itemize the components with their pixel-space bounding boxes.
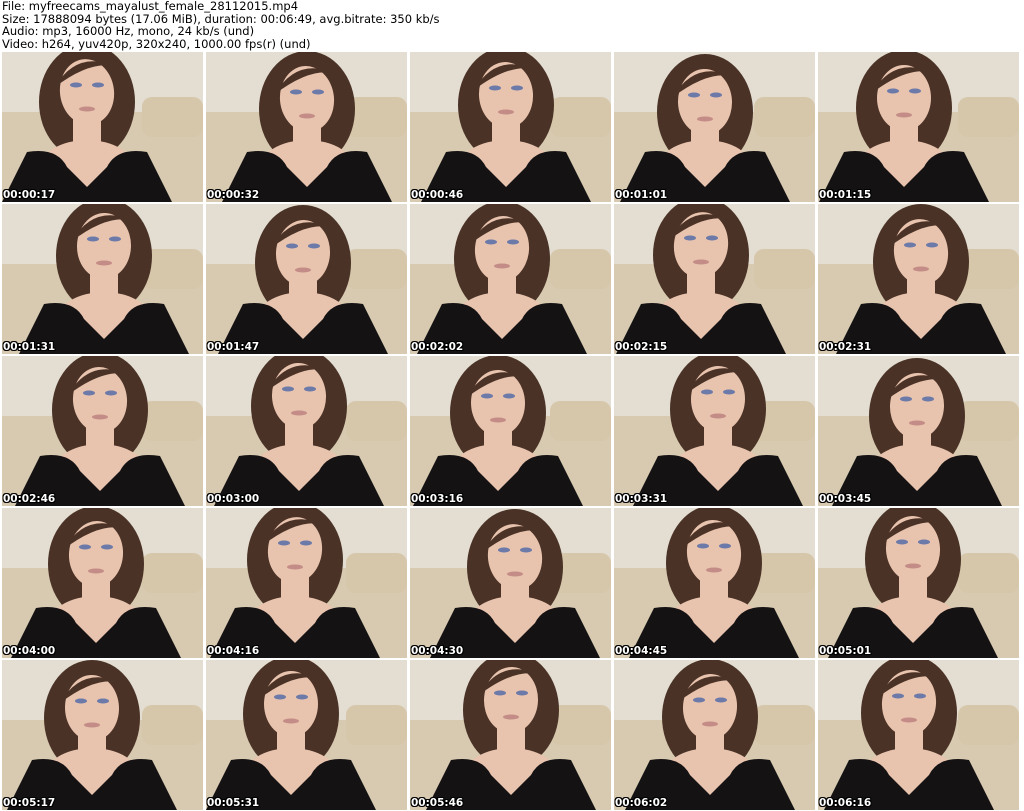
thumbnail-frame (410, 52, 611, 202)
thumbnail-frame (410, 356, 611, 506)
thumbnail-frame (410, 204, 611, 354)
thumbnail-timestamp: 00:03:00 (207, 493, 260, 505)
thumbnail-frame (206, 52, 407, 202)
file-info-header: File: myfreecams_mayalust_female_2811201… (2, 0, 1020, 52)
thumbnail-timestamp: 00:05:17 (3, 797, 56, 809)
thumbnail-frame (614, 508, 815, 658)
video-thumbnail: 00:00:46 (410, 52, 611, 202)
video-thumbnail: 00:04:45 (614, 508, 815, 658)
thumbnail-timestamp: 00:04:00 (3, 645, 56, 657)
thumbnail-frame (206, 204, 407, 354)
thumbnail-timestamp: 00:03:16 (411, 493, 464, 505)
thumbnail-timestamp: 00:01:31 (3, 341, 56, 353)
thumbnail-frame (2, 204, 203, 354)
file-name-line: File: myfreecams_mayalust_female_2811201… (2, 0, 299, 13)
thumbnail-frame (614, 52, 815, 202)
video-thumbnail: 00:00:32 (206, 52, 407, 202)
video-thumbnail: 00:02:31 (818, 204, 1019, 354)
thumbnail-frame (818, 204, 1019, 354)
thumbnail-frame (206, 508, 407, 658)
video-thumbnail: 00:01:31 (2, 204, 203, 354)
video-thumbnail: 00:04:16 (206, 508, 407, 658)
thumbnail-frame (614, 356, 815, 506)
thumbnail-timestamp: 00:03:31 (615, 493, 668, 505)
thumbnail-timestamp: 00:02:15 (615, 341, 668, 353)
video-thumbnail: 00:01:01 (614, 52, 815, 202)
thumbnail-frame (818, 660, 1019, 810)
video-thumbnail: 00:06:02 (614, 660, 815, 810)
thumbnail-timestamp: 00:01:01 (615, 189, 668, 201)
thumbnail-frame (410, 508, 611, 658)
thumbnail-frame (818, 356, 1019, 506)
video-thumbnail: 00:02:02 (410, 204, 611, 354)
video-thumbnail: 00:05:46 (410, 660, 611, 810)
video-thumbnail: 00:04:30 (410, 508, 611, 658)
thumbnail-timestamp: 00:05:31 (207, 797, 260, 809)
thumbnail-grid: 00:00:17 00:00:32 00:00:46 00:01:01 00:01:15… (2, 52, 1022, 811)
thumbnail-frame (2, 356, 203, 506)
thumbnail-timestamp: 00:02:31 (819, 341, 872, 353)
thumbnail-frame (818, 52, 1019, 202)
thumbnail-timestamp: 00:01:15 (819, 189, 872, 201)
video-thumbnail: 00:05:17 (2, 660, 203, 810)
video-thumbnail: 00:05:31 (206, 660, 407, 810)
thumbnail-timestamp: 00:00:32 (207, 189, 260, 201)
thumbnail-timestamp: 00:01:47 (207, 341, 260, 353)
video-thumbnail: 00:00:17 (2, 52, 203, 202)
thumbnail-frame (206, 356, 407, 506)
thumbnail-frame (206, 660, 407, 810)
thumbnail-timestamp: 00:04:45 (615, 645, 668, 657)
thumbnail-timestamp: 00:03:45 (819, 493, 872, 505)
thumbnail-timestamp: 00:05:46 (411, 797, 464, 809)
video-thumbnail: 00:03:45 (818, 356, 1019, 506)
thumbnail-timestamp: 00:00:17 (3, 189, 56, 201)
thumbnail-frame (2, 52, 203, 202)
thumbnail-frame (410, 660, 611, 810)
thumbnail-timestamp: 00:06:16 (819, 797, 872, 809)
video-info-line: Video: h264, yuv420p, 320x240, 1000.00 f… (2, 36, 311, 51)
thumbnail-timestamp: 00:02:46 (3, 493, 56, 505)
video-thumbnail: 00:03:16 (410, 356, 611, 506)
thumbnail-frame (2, 660, 203, 810)
thumbnail-timestamp: 00:04:16 (207, 645, 260, 657)
thumbnail-frame (614, 204, 815, 354)
thumbnail-timestamp: 00:06:02 (615, 797, 668, 809)
video-thumbnail: 00:05:01 (818, 508, 1019, 658)
thumbnail-timestamp: 00:00:46 (411, 189, 464, 201)
video-thumbnail: 00:03:31 (614, 356, 815, 506)
video-thumbnail: 00:06:16 (818, 660, 1019, 810)
thumbnail-frame (818, 508, 1019, 658)
video-thumbnail: 00:01:15 (818, 52, 1019, 202)
video-thumbnail: 00:02:46 (2, 356, 203, 506)
thumbnail-timestamp: 00:02:02 (411, 341, 464, 353)
audio-info-line: Audio: mp3, 16000 Hz, mono, 24 kb/s (und… (2, 24, 255, 39)
video-thumbnail: 00:04:00 (2, 508, 203, 658)
video-thumbnail: 00:03:00 (206, 356, 407, 506)
thumbnail-frame (2, 508, 203, 658)
video-thumbnail: 00:02:15 (614, 204, 815, 354)
video-thumbnail: 00:01:47 (206, 204, 407, 354)
thumbnail-timestamp: 00:05:01 (819, 645, 872, 657)
thumbnail-timestamp: 00:04:30 (411, 645, 464, 657)
thumbnail-frame (614, 660, 815, 810)
